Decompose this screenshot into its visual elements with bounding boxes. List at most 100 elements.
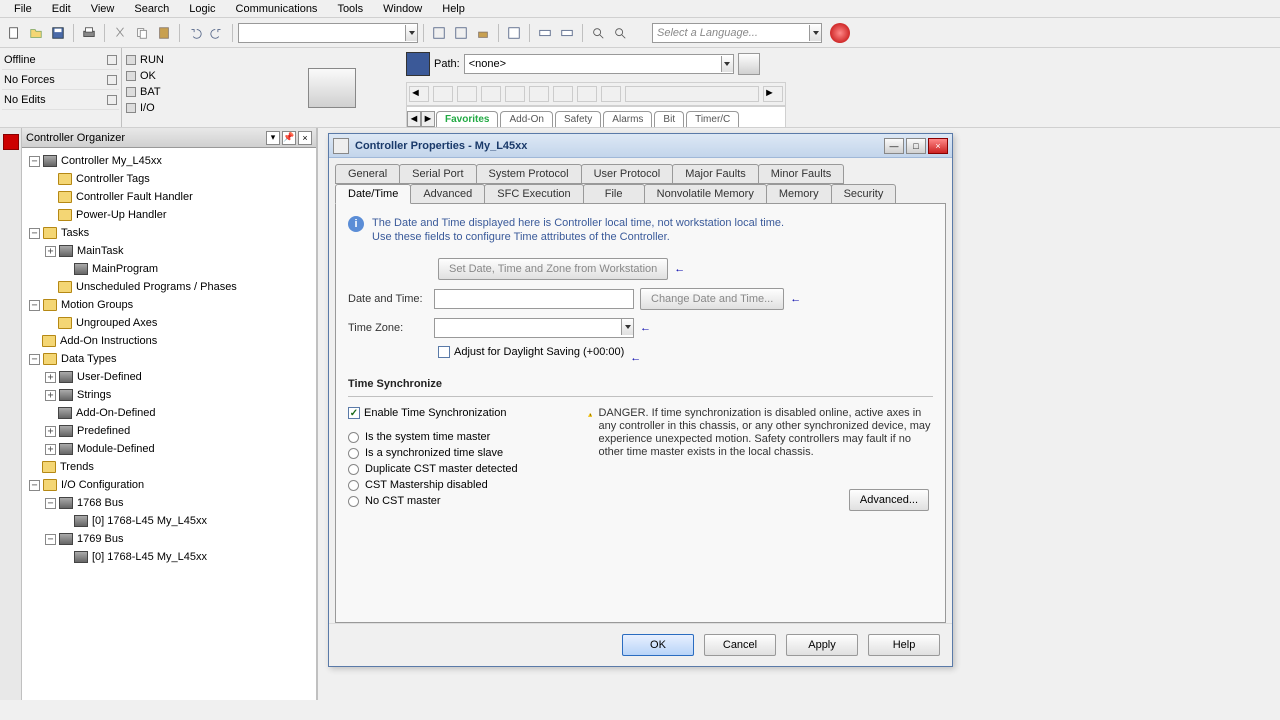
enable-ts-checkbox[interactable]: ✓ <box>348 407 360 419</box>
expander-icon[interactable]: − <box>29 300 40 311</box>
menu-window[interactable]: Window <box>373 2 432 15</box>
rung-icon[interactable] <box>457 86 477 102</box>
expander-icon[interactable]: + <box>45 426 56 437</box>
tab-bit[interactable]: Bit <box>654 111 684 127</box>
language-select[interactable]: Select a Language... <box>652 23 822 43</box>
branch2-icon[interactable] <box>529 86 549 102</box>
organizer-dropdown-icon[interactable]: ▾ <box>266 131 280 145</box>
node-predefined[interactable]: Predefined <box>77 425 130 437</box>
ok-button[interactable]: OK <box>622 634 694 656</box>
organizer-tree[interactable]: −Controller My_L45xx Controller Tags Con… <box>22 148 316 700</box>
maximize-button[interactable]: □ <box>906 138 926 154</box>
tab-userprotocol[interactable]: User Protocol <box>581 164 674 184</box>
edits-indicator[interactable] <box>107 95 117 105</box>
node-trends[interactable]: Trends <box>60 461 94 473</box>
datetime-input[interactable] <box>434 289 634 309</box>
toggle-icon[interactable] <box>535 23 555 43</box>
zoom-in-icon[interactable] <box>588 23 608 43</box>
node-mainprogram[interactable]: MainProgram <box>92 263 158 275</box>
tab-addon[interactable]: Add-On <box>500 111 552 127</box>
cancel-button[interactable]: Cancel <box>704 634 776 656</box>
tabs-scroll-left-icon[interactable]: ◄ <box>407 111 421 127</box>
node-tasks[interactable]: Tasks <box>61 227 89 239</box>
verify-icon[interactable] <box>429 23 449 43</box>
close-button[interactable]: × <box>928 138 948 154</box>
redo-icon[interactable] <box>207 23 227 43</box>
tab-security[interactable]: Security <box>831 184 897 204</box>
radio-cst-disabled[interactable] <box>348 480 359 491</box>
node-datatypes[interactable]: Data Types <box>61 353 116 365</box>
expander-icon[interactable]: − <box>29 156 40 167</box>
tab-alarms[interactable]: Alarms <box>603 111 652 127</box>
tab-nonvolatile[interactable]: Nonvolatile Memory <box>644 184 767 204</box>
dialog-titlebar[interactable]: Controller Properties - My_L45xx — □ × <box>329 134 952 158</box>
nav-right-icon[interactable]: ► <box>763 86 783 102</box>
change-datetime-button[interactable]: Change Date and Time... <box>640 288 784 310</box>
expander-icon[interactable]: − <box>45 534 56 545</box>
undo-icon[interactable] <box>185 23 205 43</box>
globe-icon[interactable] <box>830 23 850 43</box>
tab-general[interactable]: General <box>335 164 400 184</box>
tab-datetime[interactable]: Date/Time <box>335 184 411 204</box>
node-ioconfig[interactable]: I/O Configuration <box>61 479 144 491</box>
elem3-icon[interactable] <box>601 86 621 102</box>
tab-memory[interactable]: Memory <box>766 184 832 204</box>
menu-view[interactable]: View <box>81 2 125 15</box>
branch-icon[interactable] <box>505 86 525 102</box>
timezone-combo[interactable] <box>434 318 634 338</box>
organizer-close-icon[interactable]: × <box>298 131 312 145</box>
nav-left-icon[interactable]: ◄ <box>409 86 429 102</box>
advanced-button[interactable]: Advanced... <box>849 489 929 511</box>
node-motion-groups[interactable]: Motion Groups <box>61 299 133 311</box>
node-ungrouped-axes[interactable]: Ungrouped Axes <box>76 317 157 329</box>
node-fault-handler[interactable]: Controller Fault Handler <box>76 191 193 203</box>
tab-minorfaults[interactable]: Minor Faults <box>758 164 845 184</box>
node-powerup-handler[interactable]: Power-Up Handler <box>76 209 166 221</box>
tab-file[interactable]: File <box>583 184 645 204</box>
mode-indicator[interactable] <box>107 55 117 65</box>
zoom-out-icon[interactable] <box>610 23 630 43</box>
rung-start-icon[interactable] <box>433 86 453 102</box>
expander-icon[interactable]: + <box>45 246 56 257</box>
node-1769bus[interactable]: 1769 Bus <box>77 533 123 545</box>
node-slot0b[interactable]: [0] 1768-L45 My_L45xx <box>92 551 207 563</box>
menu-search[interactable]: Search <box>124 2 179 15</box>
tab-majorfaults[interactable]: Major Faults <box>672 164 759 184</box>
node-moduledef[interactable]: Module-Defined <box>77 443 155 455</box>
expander-icon[interactable]: − <box>29 480 40 491</box>
cut-icon[interactable] <box>110 23 130 43</box>
node-maintask[interactable]: MainTask <box>77 245 123 257</box>
expander-icon[interactable]: − <box>29 354 40 365</box>
tab-advanced[interactable]: Advanced <box>410 184 485 204</box>
elem1-icon[interactable] <box>553 86 573 102</box>
set-from-workstation-button[interactable]: Set Date, Time and Zone from Workstation <box>438 258 668 280</box>
radio-dup-cst[interactable] <box>348 464 359 475</box>
open-icon[interactable] <box>26 23 46 43</box>
help-button[interactable]: Help <box>868 634 940 656</box>
node-1768bus[interactable]: 1768 Bus <box>77 497 123 509</box>
forces-indicator[interactable] <box>107 75 117 85</box>
elem2-icon[interactable] <box>577 86 597 102</box>
expander-icon[interactable]: + <box>45 444 56 455</box>
tab-safety[interactable]: Safety <box>555 111 601 127</box>
path-icon[interactable] <box>406 52 430 76</box>
tab-timer[interactable]: Timer/C <box>686 111 739 127</box>
expander-icon[interactable]: + <box>45 390 56 401</box>
tabs-scroll-right-icon[interactable]: ► <box>421 111 435 127</box>
new-icon[interactable] <box>4 23 24 43</box>
menu-file[interactable]: File <box>4 2 42 15</box>
radio-system-master[interactable] <box>348 432 359 443</box>
node-slot0a[interactable]: [0] 1768-L45 My_L45xx <box>92 515 207 527</box>
paste-icon[interactable] <box>154 23 174 43</box>
expander-icon[interactable]: − <box>45 498 56 509</box>
expander-icon[interactable]: − <box>29 228 40 239</box>
node-strings[interactable]: Strings <box>77 389 111 401</box>
start-page-tab-icon[interactable] <box>3 134 19 150</box>
path-combo[interactable]: <none> <box>464 54 734 74</box>
apply-button[interactable]: Apply <box>786 634 858 656</box>
node-unscheduled[interactable]: Unscheduled Programs / Phases <box>76 281 237 293</box>
tab-serial[interactable]: Serial Port <box>399 164 476 184</box>
menu-logic[interactable]: Logic <box>179 2 225 15</box>
dst-checkbox[interactable] <box>438 346 450 358</box>
print-icon[interactable] <box>79 23 99 43</box>
